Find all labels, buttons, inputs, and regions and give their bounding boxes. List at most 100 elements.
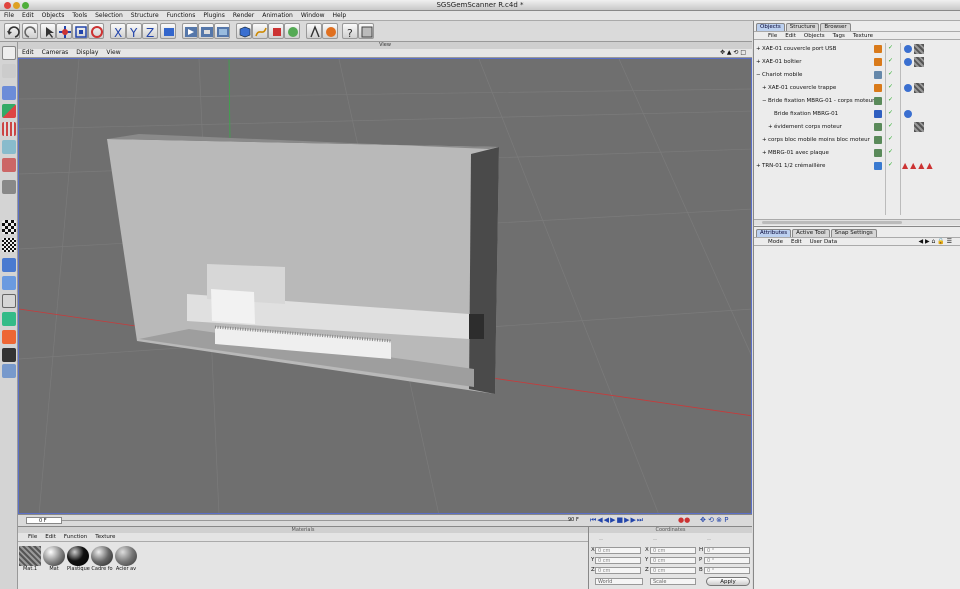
menu-animation[interactable]: Animation bbox=[258, 11, 297, 20]
object-name[interactable]: Chariot mobile bbox=[762, 72, 802, 78]
axis-mode-icon[interactable] bbox=[2, 104, 16, 118]
visibility-check-icon[interactable]: ✓ bbox=[888, 57, 893, 64]
rot-b-field[interactable]: 0 ° bbox=[704, 567, 750, 574]
size-z-field[interactable]: 0 cm bbox=[650, 567, 696, 574]
materials-menu-function[interactable]: Function bbox=[60, 534, 91, 540]
render-picture-viewer-icon[interactable] bbox=[214, 23, 230, 39]
coordinate-mode-dropdown[interactable]: World bbox=[595, 578, 643, 585]
rot-h-field[interactable]: 0 ° bbox=[704, 547, 750, 554]
pos-x-field[interactable]: 0 cm bbox=[595, 547, 641, 554]
attributes-menu-user-data[interactable]: User Data bbox=[806, 239, 841, 245]
object-row[interactable]: − Chariot mobile ✓ bbox=[754, 69, 960, 82]
settings-icon[interactable] bbox=[358, 23, 374, 39]
object-name[interactable]: TRN-01 1/2 crémaillère bbox=[762, 163, 825, 169]
expand-toggle-icon[interactable]: + bbox=[762, 150, 767, 156]
help-icon[interactable]: ? bbox=[342, 23, 358, 39]
texture-tag-icon[interactable] bbox=[914, 57, 924, 67]
material-swatch[interactable]: Mat.1 bbox=[19, 546, 41, 573]
viewport-menu-view[interactable]: View bbox=[102, 49, 124, 57]
layout-icon[interactable] bbox=[2, 46, 16, 60]
visibility-check-icon[interactable]: ✓ bbox=[888, 70, 893, 77]
scale-tool-icon[interactable] bbox=[72, 23, 88, 39]
menu-window[interactable]: Window bbox=[297, 11, 329, 20]
object-row[interactable]: + XAE-01 boîtier ✓ bbox=[754, 56, 960, 69]
tab-snap-settings[interactable]: Snap Settings bbox=[830, 229, 877, 237]
scene-canvas[interactable] bbox=[19, 59, 752, 514]
objects-menu-edit[interactable]: Edit bbox=[781, 33, 800, 39]
tweak-mode-icon[interactable] bbox=[2, 312, 16, 326]
objects-menu-texture[interactable]: Texture bbox=[849, 33, 877, 39]
visibility-check-icon[interactable]: ✓ bbox=[888, 96, 893, 103]
3d-viewport[interactable] bbox=[18, 58, 752, 514]
record-keyframe-icon[interactable]: ●● bbox=[678, 516, 690, 524]
visibility-check-icon[interactable]: ✓ bbox=[888, 161, 893, 168]
objects-menu-objects[interactable]: Objects bbox=[800, 33, 829, 39]
menu-structure[interactable]: Structure bbox=[127, 11, 163, 20]
menu-edit[interactable]: Edit bbox=[18, 11, 38, 20]
model-mode-icon[interactable] bbox=[2, 64, 16, 78]
viewport-menu-cameras[interactable]: Cameras bbox=[38, 49, 73, 57]
material-swatch[interactable]: Mat bbox=[43, 546, 65, 573]
viewport-menu-edit[interactable]: Edit bbox=[18, 49, 38, 57]
tab-structure[interactable]: Structure bbox=[785, 23, 820, 31]
texture-axis-mode-icon[interactable] bbox=[2, 238, 16, 252]
texture-tag-icon[interactable] bbox=[914, 83, 924, 93]
box-model[interactable] bbox=[107, 134, 499, 394]
tab-attributes[interactable]: Attributes bbox=[756, 229, 792, 237]
texture-tag-icon[interactable] bbox=[914, 122, 924, 132]
material-tag-icon[interactable] bbox=[904, 58, 912, 66]
visibility-check-icon[interactable]: ✓ bbox=[888, 148, 893, 155]
spline-tool-icon[interactable] bbox=[252, 23, 268, 39]
tab-browser[interactable]: Browser bbox=[820, 23, 851, 31]
visibility-check-icon[interactable]: ✓ bbox=[888, 109, 893, 116]
snapping-icon[interactable] bbox=[2, 348, 16, 362]
menu-help[interactable]: Help bbox=[329, 11, 351, 20]
visibility-check-icon[interactable]: ✓ bbox=[888, 44, 893, 51]
object-row[interactable]: + XAE-01 couvercle port USB ✓ bbox=[754, 43, 960, 56]
expand-toggle-icon[interactable]: − bbox=[762, 98, 767, 104]
expand-toggle-icon[interactable]: + bbox=[756, 46, 761, 52]
menu-file[interactable]: File bbox=[0, 11, 18, 20]
current-frame-field[interactable]: 0 F bbox=[26, 517, 62, 524]
expand-toggle-icon[interactable]: + bbox=[762, 85, 767, 91]
object-name[interactable]: Bride fixation MBRG-01 bbox=[774, 111, 838, 117]
visibility-check-icon[interactable]: ✓ bbox=[888, 83, 893, 90]
deformer-icon[interactable] bbox=[322, 23, 338, 39]
points-mode-icon[interactable] bbox=[2, 122, 16, 136]
menu-render[interactable]: Render bbox=[229, 11, 258, 20]
object-name[interactable]: XAE-01 couvercle trappe bbox=[768, 85, 836, 91]
expand-toggle-icon[interactable]: + bbox=[768, 124, 773, 130]
materials-menu-texture[interactable]: Texture bbox=[91, 534, 119, 540]
key-settings-icon[interactable]: ✥ ⟲ ⊗ P bbox=[700, 516, 729, 524]
object-name[interactable]: évidement corps moteur bbox=[774, 124, 842, 130]
object-mode-icon[interactable] bbox=[2, 86, 16, 100]
timeline-scrubber[interactable] bbox=[62, 520, 572, 521]
viewport-menu-display[interactable]: Display bbox=[72, 49, 102, 57]
object-row[interactable]: + XAE-01 couvercle trappe ✓ bbox=[754, 82, 960, 95]
object-name[interactable]: XAE-01 couvercle port USB bbox=[762, 46, 836, 52]
attributes-menu-mode[interactable]: Mode bbox=[764, 239, 787, 245]
workplane-mode-icon[interactable] bbox=[2, 258, 16, 272]
array-icon[interactable] bbox=[284, 23, 300, 39]
menu-tools[interactable]: Tools bbox=[68, 11, 91, 20]
polygons-mode-icon[interactable] bbox=[2, 158, 16, 172]
z-axis-lock-icon[interactable]: Z bbox=[142, 23, 158, 39]
object-name[interactable]: XAE-01 boîtier bbox=[762, 59, 801, 65]
cube-primitive-icon[interactable] bbox=[236, 23, 252, 39]
menu-selection[interactable]: Selection bbox=[91, 11, 127, 20]
playback-controls[interactable]: ⏮◀◀▶■▶▶⏭ bbox=[590, 516, 644, 525]
rot-p-field[interactable]: 0 ° bbox=[704, 557, 750, 564]
material-tag-icon[interactable] bbox=[904, 110, 912, 118]
y-axis-lock-icon[interactable]: Y bbox=[126, 23, 142, 39]
visibility-check-icon[interactable]: ✓ bbox=[888, 122, 893, 129]
material-tag-icon[interactable] bbox=[904, 45, 912, 53]
magnet-icon[interactable] bbox=[2, 364, 16, 378]
soft-selection-icon[interactable] bbox=[2, 330, 16, 344]
size-y-field[interactable]: 0 cm bbox=[650, 557, 696, 564]
menu-objects[interactable]: Objects bbox=[38, 11, 69, 20]
expand-toggle-icon[interactable]: − bbox=[756, 72, 761, 78]
rotate-tool-icon[interactable] bbox=[88, 23, 104, 39]
inverse-kinematics-icon[interactable] bbox=[2, 294, 16, 308]
move-tool-icon[interactable] bbox=[56, 23, 72, 39]
menu-plugins[interactable]: Plugins bbox=[199, 11, 229, 20]
